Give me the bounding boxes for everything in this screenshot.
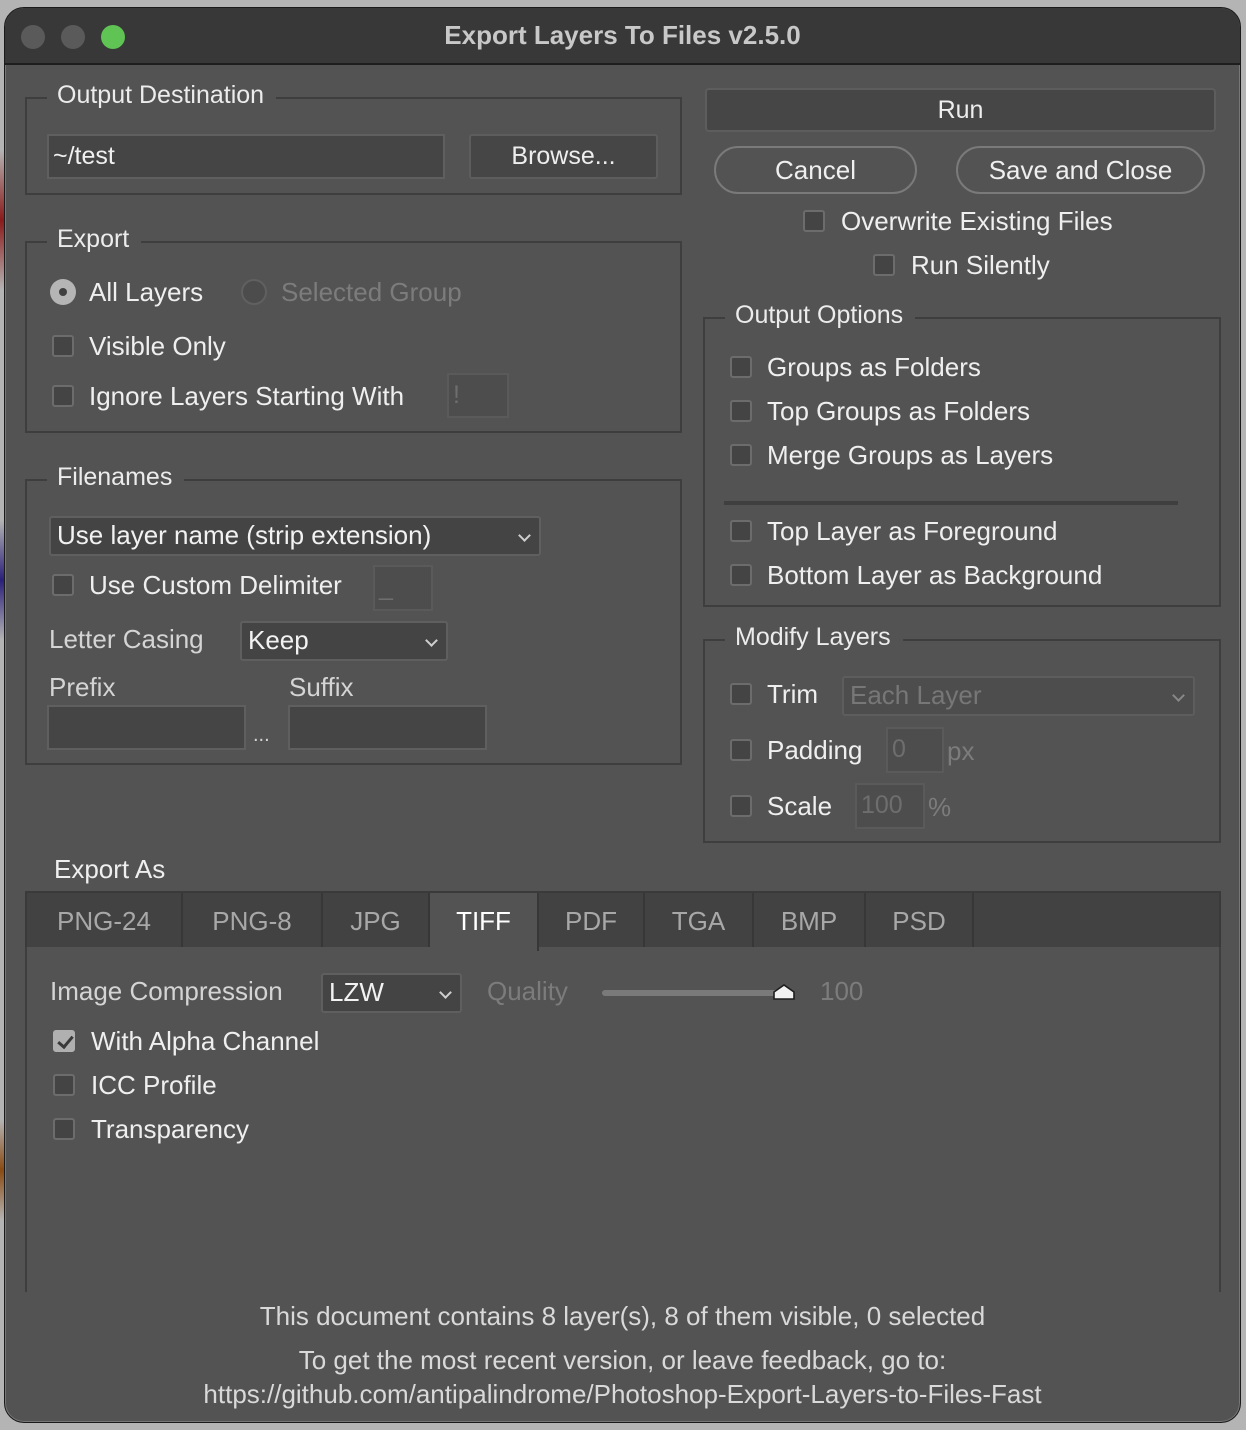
visible-only-label: Visible Only — [89, 331, 226, 361]
run-silently-label: Run Silently — [911, 250, 1050, 280]
selected-group-radio[interactable] — [241, 279, 267, 305]
save-and-close-button[interactable]: Save and Close — [956, 146, 1205, 194]
run-silently-checkbox[interactable] — [873, 254, 895, 276]
title-bar[interactable]: Export Layers To Files v2.5.0 — [5, 8, 1240, 65]
padding-label: Padding — [767, 735, 863, 765]
scale-checkbox[interactable] — [730, 795, 752, 817]
tab-psd[interactable]: PSD — [866, 893, 974, 947]
output-destination-group: Output Destination ~/test Browse... — [25, 79, 682, 195]
top-groups-as-folders-checkbox[interactable] — [730, 400, 752, 422]
trim-checkbox[interactable] — [730, 683, 752, 705]
trim-mode-select[interactable]: Each Layer — [842, 676, 1195, 716]
custom-delimiter-checkbox[interactable] — [52, 574, 74, 596]
tab-jpg[interactable]: JPG — [323, 893, 430, 947]
chevron-down-icon — [439, 986, 452, 999]
ignore-layers-checkbox[interactable] — [52, 385, 74, 407]
compression-select[interactable]: LZW — [321, 973, 462, 1013]
prefix-input[interactable] — [47, 705, 246, 750]
top-layer-foreground-checkbox[interactable] — [730, 520, 752, 542]
padding-unit: px — [947, 736, 975, 766]
bottom-layer-background-checkbox[interactable] — [730, 564, 752, 586]
tab-png-8[interactable]: PNG-8 — [183, 893, 323, 947]
github-link[interactable]: https://github.com/antipalindrome/Photos… — [5, 1379, 1240, 1410]
suffix-label: Suffix — [289, 672, 354, 702]
quality-slider-thumb[interactable] — [773, 984, 795, 1000]
layer-status-text: This document contains 8 layer(s), 8 of … — [259, 1301, 986, 1331]
letter-casing-label: Letter Casing — [49, 624, 204, 654]
dialog-window: Export Layers To Files v2.5.0 Output Des… — [4, 7, 1241, 1423]
format-tabs: PNG-24 PNG-8 JPG TIFF PDF TGA BMP PSD — [25, 891, 1221, 951]
tab-bmp[interactable]: BMP — [754, 893, 866, 947]
letter-casing-select[interactable]: Keep — [240, 621, 448, 661]
output-destination-legend: Output Destination — [47, 79, 277, 111]
tab-tiff[interactable]: TIFF — [430, 893, 539, 951]
chevron-down-icon — [1172, 689, 1185, 702]
merge-groups-label: Merge Groups as Layers — [767, 440, 1054, 470]
naming-select[interactable]: Use layer name (strip extension) — [49, 516, 541, 556]
output-options-legend: Output Options — [725, 299, 916, 331]
transparency-label: Transparency — [91, 1114, 249, 1144]
export-legend: Export — [47, 223, 142, 255]
padding-input[interactable]: 0 — [886, 727, 944, 773]
filenames-legend: Filenames — [47, 461, 185, 493]
browse-button[interactable]: Browse... — [469, 134, 658, 179]
scale-unit: % — [928, 792, 952, 822]
modify-layers-legend: Modify Layers — [725, 621, 903, 653]
groups-as-folders-checkbox[interactable] — [730, 356, 752, 378]
top-groups-as-folders-label: Top Groups as Folders — [767, 396, 1031, 426]
filenames-group: Filenames Use layer name (strip extensio… — [25, 461, 682, 765]
groups-as-folders-label: Groups as Folders — [767, 352, 981, 382]
tab-pdf[interactable]: PDF — [539, 893, 645, 947]
tab-png-24[interactable]: PNG-24 — [27, 893, 183, 947]
image-compression-label: Image Compression — [50, 976, 283, 1006]
overwrite-label: Overwrite Existing Files — [841, 206, 1113, 236]
scale-input[interactable]: 100 — [855, 783, 925, 829]
overwrite-checkbox[interactable] — [803, 210, 825, 232]
scale-label: Scale — [767, 791, 833, 821]
compression-value: LZW — [329, 977, 384, 1007]
visible-only-checkbox[interactable] — [52, 335, 74, 357]
bottom-layer-background-label: Bottom Layer as Background — [767, 560, 1103, 590]
suffix-input[interactable] — [288, 705, 487, 750]
prefix-suffix-ellipsis: ... — [253, 724, 270, 746]
custom-delimiter-input[interactable]: _ — [373, 565, 433, 611]
modify-layers-group: Modify Layers Trim Each Layer Padding 0 … — [703, 621, 1221, 843]
window-title: Export Layers To Files v2.5.0 — [444, 20, 801, 50]
naming-select-value: Use layer name (strip extension) — [57, 520, 432, 550]
chevron-down-icon — [425, 634, 438, 647]
padding-checkbox[interactable] — [730, 739, 752, 761]
letter-casing-value: Keep — [248, 625, 309, 655]
prefix-label: Prefix — [49, 672, 116, 702]
transparency-checkbox[interactable] — [53, 1118, 75, 1140]
export-as-label: Export As — [54, 854, 166, 884]
with-alpha-checkbox[interactable] — [53, 1030, 75, 1052]
trim-label: Trim — [767, 679, 819, 709]
export-group: Export All Layers Selected Group Visible… — [25, 223, 682, 433]
all-layers-label: All Layers — [89, 277, 204, 307]
output-options-group: Output Options Groups as Folders Top Gro… — [703, 299, 1221, 607]
cancel-button[interactable]: Cancel — [714, 146, 917, 194]
ignore-prefix-input[interactable]: ! — [447, 373, 509, 418]
quality-label: Quality — [487, 976, 568, 1006]
icc-profile-checkbox[interactable] — [53, 1074, 75, 1096]
run-button[interactable]: Run — [705, 88, 1216, 132]
quality-value: 100 — [820, 976, 864, 1006]
feedback-text: To get the most recent version, or leave… — [298, 1345, 947, 1375]
trim-mode-value: Each Layer — [850, 680, 982, 710]
custom-delimiter-label: Use Custom Delimiter — [89, 570, 342, 600]
top-layer-foreground-label: Top Layer as Foreground — [767, 516, 1058, 546]
all-layers-radio[interactable] — [50, 279, 76, 305]
tab-tga[interactable]: TGA — [645, 893, 754, 947]
chevron-down-icon — [518, 529, 531, 542]
icc-profile-label: ICC Profile — [91, 1070, 217, 1100]
selected-group-label: Selected Group — [281, 277, 462, 307]
output-path-input[interactable]: ~/test — [47, 134, 445, 179]
merge-groups-checkbox[interactable] — [730, 444, 752, 466]
output-options-divider — [724, 501, 1178, 505]
with-alpha-label: With Alpha Channel — [91, 1026, 320, 1056]
quality-slider-track[interactable] — [602, 990, 784, 996]
ignore-layers-label: Ignore Layers Starting With — [89, 381, 405, 411]
